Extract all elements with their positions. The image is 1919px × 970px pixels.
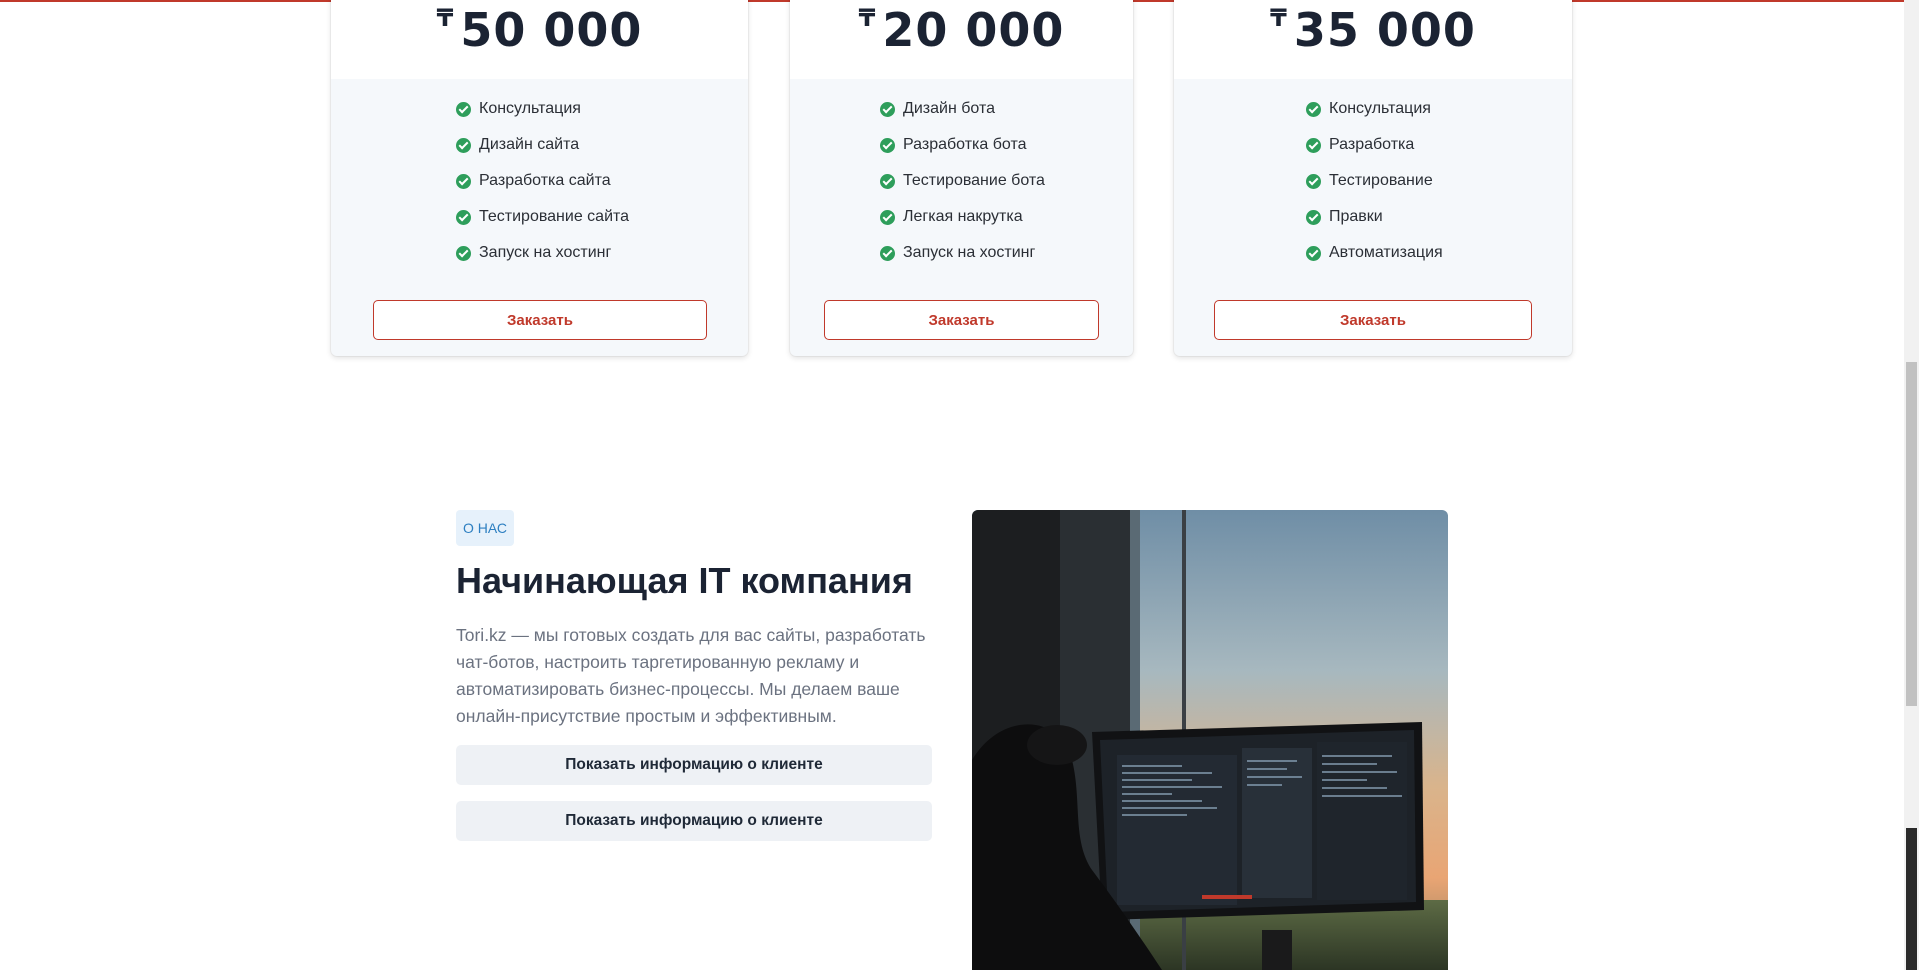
scrollbar-marker	[1906, 828, 1917, 970]
check-circle-icon	[1306, 245, 1321, 261]
check-circle-icon	[456, 209, 471, 225]
feature-item: Дизайн бота	[880, 91, 1133, 127]
scrollbar-thumb[interactable]	[1906, 362, 1917, 706]
feature-label: Разработка	[1329, 136, 1415, 153]
about-title: Начинающая IT компания	[456, 560, 913, 601]
check-circle-icon	[456, 245, 471, 261]
feature-item: Дизайн сайта	[456, 127, 748, 163]
check-circle-icon	[456, 101, 471, 117]
feature-item: Тестирование бота	[880, 163, 1133, 199]
feature-label: Разработка бота	[903, 136, 1027, 153]
feature-label: Запуск на хостинг	[479, 244, 612, 261]
vertical-scrollbar[interactable]	[1904, 0, 1919, 970]
show-client-info-button[interactable]: Показать информацию о клиенте	[456, 745, 932, 785]
feature-list: Консультация Дизайн сайта Разработка сай…	[331, 79, 748, 271]
feature-item: Запуск на хостинг	[456, 235, 748, 271]
feature-item: Консультация	[1306, 91, 1572, 127]
price: ₸ 20 000	[790, 3, 1133, 57]
check-circle-icon	[1306, 209, 1321, 225]
feature-label: Дизайн сайта	[479, 136, 580, 153]
feature-item: Легкая накрутка	[880, 199, 1133, 235]
order-button[interactable]: Заказать	[373, 300, 707, 340]
pricing-card-1: ₸ 50 000 Консультация Дизайн сайта Разраб…	[331, 0, 748, 356]
feature-item: Правки	[1306, 199, 1572, 235]
feature-item: Разработка бота	[880, 127, 1133, 163]
price: ₸ 50 000	[331, 3, 748, 57]
feature-label: Легкая накрутка	[903, 208, 1023, 225]
currency-symbol: ₸	[858, 4, 877, 32]
feature-label: Тестирование сайта	[479, 208, 630, 225]
check-circle-icon	[456, 137, 471, 153]
feature-item: Автоматизация	[1306, 235, 1572, 271]
currency-symbol: ₸	[436, 4, 455, 32]
currency-symbol: ₸	[1270, 4, 1288, 32]
developer-at-monitor-photo	[972, 510, 1448, 970]
price-value: 35 000	[1293, 3, 1476, 57]
check-circle-icon	[880, 137, 895, 153]
feature-label: Консультация	[479, 100, 581, 117]
feature-item: Тестирование сайта	[456, 199, 748, 235]
card-header: ₸ 50 000	[331, 0, 748, 79]
check-circle-icon	[880, 245, 895, 261]
feature-item: Тестирование	[1306, 163, 1572, 199]
feature-label: Автоматизация	[1329, 244, 1443, 261]
feature-label: Консультация	[1329, 100, 1431, 117]
price-value: 50 000	[460, 3, 643, 57]
feature-label: Тестирование бота	[903, 172, 1045, 189]
feature-label: Запуск на хостинг	[903, 244, 1036, 261]
check-circle-icon	[1306, 101, 1321, 117]
order-button[interactable]: Заказать	[824, 300, 1099, 340]
check-circle-icon	[456, 173, 471, 189]
feature-label: Правки	[1329, 208, 1383, 225]
price-value: 20 000	[882, 3, 1065, 57]
feature-list: Консультация Разработка Тестирование Пра…	[1174, 79, 1572, 271]
feature-label: Дизайн бота	[903, 100, 995, 117]
feature-item: Разработка сайта	[456, 163, 748, 199]
check-circle-icon	[1306, 173, 1321, 189]
pricing-card-3: ₸ 35 000 Консультация Разработка Тестиров…	[1174, 0, 1572, 356]
feature-label: Тестирование	[1329, 172, 1433, 189]
feature-item: Разработка	[1306, 127, 1572, 163]
card-header: ₸ 35 000	[1174, 0, 1572, 79]
feature-item: Консультация	[456, 91, 748, 127]
check-circle-icon	[880, 173, 895, 189]
about-description: Tori.kz — мы готовых создать для вас сай…	[456, 625, 926, 726]
check-circle-icon	[880, 101, 895, 117]
card-header: ₸ 20 000	[790, 0, 1133, 79]
feature-list: Дизайн бота Разработка бота Тестирование…	[790, 79, 1133, 271]
feature-item: Запуск на хостинг	[880, 235, 1133, 271]
feature-label: Разработка сайта	[479, 172, 611, 189]
check-circle-icon	[880, 209, 895, 225]
price: ₸ 35 000	[1174, 3, 1572, 57]
order-button[interactable]: Заказать	[1214, 300, 1532, 340]
section-badge: О НАС	[456, 510, 514, 546]
pricing-card-2: ₸ 20 000 Дизайн бота Разработка бота Тест…	[790, 0, 1133, 356]
check-circle-icon	[1306, 137, 1321, 153]
show-client-info-button[interactable]: Показать информацию о клиенте	[456, 801, 932, 841]
